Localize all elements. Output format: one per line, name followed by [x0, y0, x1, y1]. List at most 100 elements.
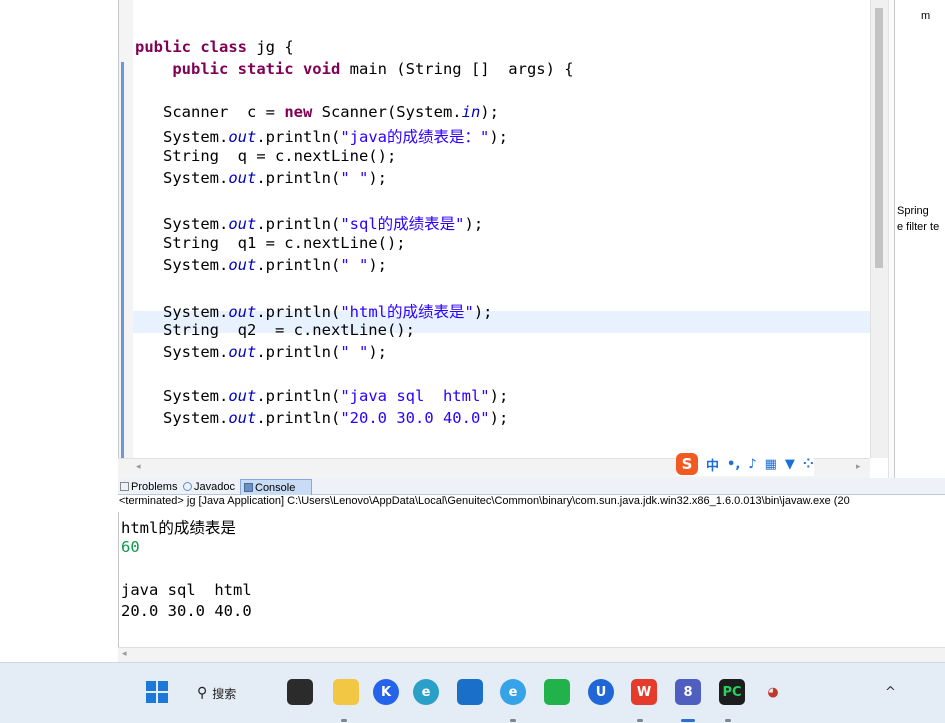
code-token: "java的成绩表是：": [340, 128, 490, 147]
outline-label: m: [921, 10, 931, 22]
code-line[interactable]: System.out.println(" ");: [135, 256, 387, 274]
code-token: out: [228, 408, 257, 427]
code-token: in: [461, 103, 481, 122]
code-line[interactable]: String q1 = c.nextLine();: [135, 234, 406, 252]
code-line[interactable]: System.out.println(" ");: [135, 169, 387, 187]
ime-punctuation-icon[interactable]: •,: [727, 457, 740, 472]
edge-browser-icon[interactable]: e: [413, 679, 439, 705]
code-token: System.: [135, 256, 229, 274]
code-token: "java sql html": [340, 386, 490, 405]
code-token: );: [368, 256, 387, 274]
code-token: Scanner c =: [135, 103, 285, 122]
scroll-left-icon[interactable]: ◂: [136, 462, 141, 472]
code-line[interactable]: System.out.println("html的成绩表是");: [135, 300, 493, 322]
start-menu-icon[interactable]: [144, 679, 170, 705]
problems-icon: [120, 482, 129, 491]
search-label: 搜索: [212, 686, 237, 701]
editor-vertical-scrollbar[interactable]: [870, 0, 889, 458]
search-icon: ⚲: [197, 685, 208, 701]
ie-browser-icon[interactable]: e: [500, 679, 526, 705]
code-line[interactable]: System.out.println("java的成绩表是：");: [135, 125, 508, 147]
code-token: new: [284, 103, 322, 122]
scroll-right-icon[interactable]: ▸: [856, 462, 861, 472]
ime-chinese-mode[interactable]: 中: [706, 455, 719, 474]
app-u-icon[interactable]: U: [588, 679, 614, 705]
code-token: .println(: [256, 302, 341, 321]
code-token: jg {: [256, 38, 294, 56]
left-blank-area: [0, 0, 118, 662]
code-token: out: [228, 256, 257, 274]
tab-problems[interactable]: Problems: [120, 479, 177, 494]
code-token: String q = c.nextLine();: [135, 147, 397, 165]
wps-icon[interactable]: W: [631, 679, 657, 705]
ime-keyboard-icon[interactable]: ▦: [765, 457, 777, 472]
code-token: .println(: [256, 386, 341, 405]
console-icon: [244, 483, 253, 492]
javadoc-icon: [183, 482, 192, 491]
taskbar-search[interactable]: ⚲ 搜索: [197, 680, 269, 706]
code-line[interactable]: public class jg {: [135, 38, 294, 56]
code-token: "20.0 30.0 40.0": [340, 408, 490, 427]
code-token: System.: [135, 386, 229, 405]
code-token: System.: [135, 215, 229, 234]
windows-taskbar: ⚲ 搜索 K e e U W 8 PC ◕ ^: [0, 662, 945, 723]
code-token: );: [368, 168, 387, 187]
code-token: );: [489, 128, 508, 147]
console-output[interactable]: html的成绩表是 60 java sql html 20.0 30.0 40.0: [118, 512, 945, 647]
console-status-line: <terminated> jg [Java Application] C:\Us…: [119, 495, 850, 507]
app-mascot-icon[interactable]: ◕: [760, 679, 786, 705]
code-line[interactable]: Scanner c = new Scanner(System.in);: [135, 103, 499, 121]
pycharm-icon[interactable]: PC: [719, 679, 745, 705]
file-explorer-icon[interactable]: [333, 679, 359, 705]
code-line[interactable]: public static void main (String [] args)…: [135, 60, 573, 78]
code-line[interactable]: String q2 = c.nextLine();: [135, 321, 415, 339]
tab-console[interactable]: Console: [240, 479, 313, 495]
spring-explorer-label[interactable]: Spring: [897, 205, 929, 217]
code-token: );: [368, 343, 387, 362]
code-token: System.: [135, 343, 229, 362]
app-k-icon[interactable]: K: [373, 679, 399, 705]
code-line[interactable]: System.out.println("java sql html");: [135, 387, 508, 405]
bottom-view-tabs: Problems Javadoc Console: [118, 478, 945, 495]
store-icon[interactable]: [457, 679, 483, 705]
app-green-icon[interactable]: [544, 679, 570, 705]
code-token: Scanner(System.: [321, 103, 462, 122]
code-token: " ": [340, 168, 369, 187]
console-horizontal-scrollbar[interactable]: ◂: [118, 647, 945, 663]
ime-toolbar[interactable]: S 中 •, ♪ ▦ ▼ ⁘: [676, 452, 814, 476]
code-token: .println(: [256, 215, 341, 234]
code-token: .println(: [256, 168, 341, 187]
code-editor[interactable]: public class jg { public static void mai…: [118, 0, 871, 460]
code-token: .println(: [256, 128, 341, 147]
code-token: System.: [135, 302, 229, 321]
sogou-logo-icon[interactable]: S: [676, 453, 698, 475]
console-scroll-left-icon[interactable]: ◂: [122, 649, 127, 659]
tab-javadoc-label: Javadoc: [194, 480, 235, 493]
code-token: .println(: [256, 256, 341, 274]
ime-toolbox-icon[interactable]: ⁘: [803, 457, 814, 472]
filter-text[interactable]: e filter te: [897, 221, 939, 233]
tab-javadoc[interactable]: Javadoc: [183, 479, 235, 494]
task-view-icon[interactable]: [287, 679, 313, 705]
code-token: );: [473, 302, 493, 321]
code-token: System.: [135, 408, 229, 427]
change-bar: [121, 62, 124, 460]
code-line[interactable]: System.out.println("sql的成绩表是");: [135, 212, 483, 234]
code-token: out: [228, 386, 257, 405]
editor-scroll-thumb[interactable]: [875, 8, 883, 268]
code-token: String q2 = c.nextLine();: [135, 321, 415, 340]
code-token: System.: [135, 168, 229, 187]
code-token: String q1 = c.nextLine();: [135, 234, 406, 253]
tab-problems-label: Problems: [131, 480, 178, 493]
code-token: );: [480, 103, 499, 122]
code-line[interactable]: System.out.println("20.0 30.0 40.0");: [135, 409, 508, 427]
code-token: out: [228, 128, 257, 147]
code-line[interactable]: String q = c.nextLine();: [135, 147, 396, 165]
myeclipse-icon[interactable]: 8: [675, 679, 701, 705]
ime-voice-icon[interactable]: ♪: [748, 457, 756, 472]
console-output-line: 20.0 30.0 40.0: [121, 602, 252, 620]
ime-skin-icon[interactable]: ▼: [785, 457, 795, 472]
system-tray[interactable]: ^: [885, 685, 896, 700]
tray-expand-icon[interactable]: ^: [885, 685, 896, 700]
code-line[interactable]: System.out.println(" ");: [135, 343, 387, 361]
